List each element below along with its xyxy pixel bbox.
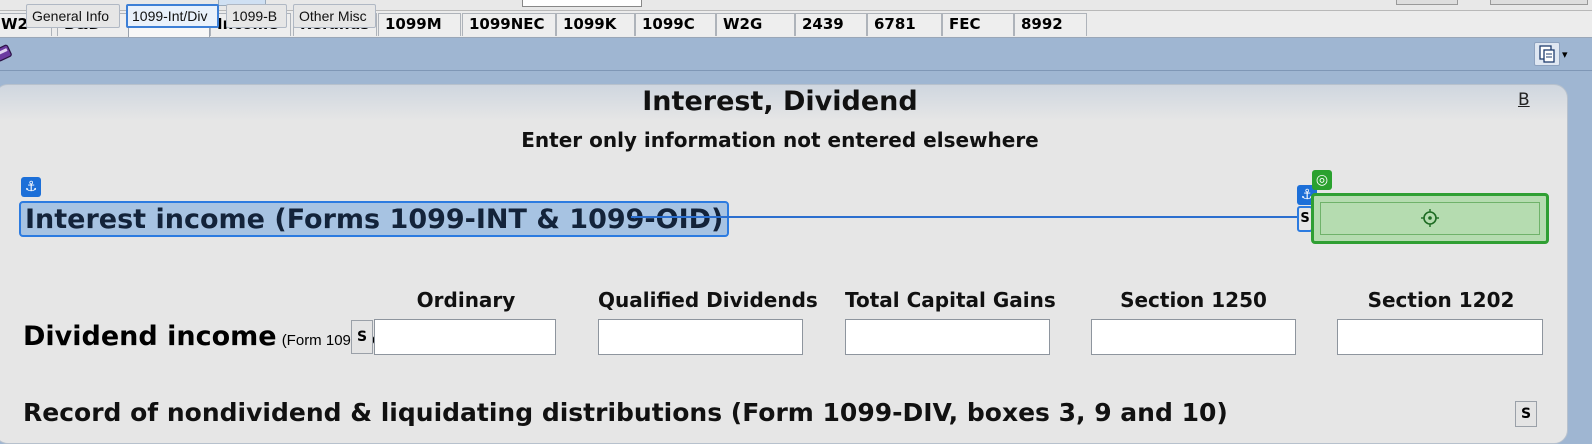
book-icon[interactable] (0, 43, 14, 63)
copy-document-icon[interactable] (1534, 42, 1560, 66)
tab-fec[interactable]: FEC (942, 13, 1014, 36)
subtab-1099-int-div[interactable]: 1099-Int/Div (126, 4, 219, 28)
tab-8992[interactable]: 8992 (1014, 13, 1087, 36)
form-subtitle: Enter only information not entered elsew… (521, 128, 1039, 152)
toolbar-button-partial[interactable] (1490, 0, 1588, 5)
anchor-icon[interactable]: ⚓ (21, 177, 41, 197)
tab-1099nec[interactable]: 1099NEC (462, 13, 556, 36)
crosshair-icon (1421, 209, 1439, 227)
subtab-1099-b[interactable]: 1099-B (226, 4, 287, 28)
interest-income-label[interactable]: Interest income (Forms 1099-INT & 1099-O… (19, 201, 730, 237)
dividend-income-title: Dividend income (23, 321, 277, 352)
dividend-statement-button[interactable]: S (351, 320, 373, 354)
chevron-down-icon[interactable]: ▾ (1562, 48, 1568, 61)
record-statement-button[interactable]: S (1515, 401, 1537, 427)
dividend-income-label: Dividend income (Form 1099-DI (23, 321, 379, 352)
tab-1099k[interactable]: 1099K (556, 13, 635, 36)
column-total-capital-gains: Total Capital Gains (845, 288, 1056, 312)
target-icon[interactable]: ◎ (1312, 170, 1332, 190)
tab-1099c[interactable]: 1099C (635, 13, 716, 36)
tab-6781[interactable]: 6781 (867, 13, 942, 36)
column-section-1202: Section 1202 (1367, 288, 1515, 312)
b-link[interactable]: B (1518, 90, 1530, 110)
section-1250-input[interactable] (1091, 319, 1296, 355)
qualified-dividends-input[interactable] (598, 319, 803, 355)
connector-line (631, 216, 1298, 218)
form-title: Interest, Dividend (642, 86, 918, 117)
column-section-1250: Section 1250 (1120, 288, 1267, 312)
column-qualified-dividends: Qualified Dividends (598, 288, 818, 312)
subtab-other-misc[interactable]: Other Misc (293, 4, 376, 28)
tab-1099m[interactable]: 1099M (378, 13, 461, 36)
column-ordinary: Ordinary (416, 288, 516, 312)
subtab-general-info[interactable]: General Info (26, 4, 120, 28)
total-capital-gains-input[interactable] (845, 319, 1050, 355)
toolbar-button-partial[interactable] (1396, 0, 1458, 5)
tab-2439[interactable]: 2439 (795, 13, 867, 36)
ordinary-dividends-input[interactable] (374, 319, 556, 355)
tab-w2g[interactable]: W2G (716, 13, 795, 36)
nondividend-distributions-label: Record of nondividend & liquidating dist… (23, 398, 1228, 427)
sub-tab-bar (0, 38, 1592, 71)
section-1202-input[interactable] (1337, 319, 1543, 355)
toolbar-field-partial[interactable] (522, 0, 642, 7)
